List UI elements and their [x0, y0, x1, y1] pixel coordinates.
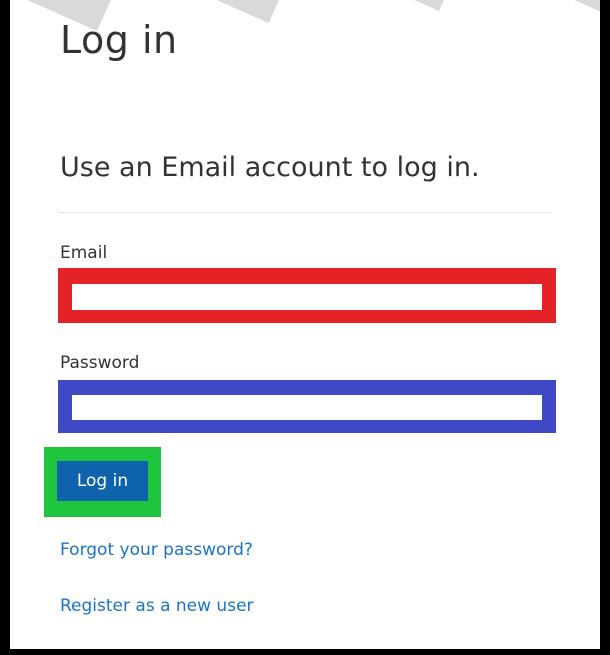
divider — [58, 212, 552, 213]
decorative-stripe — [338, 0, 452, 12]
login-button[interactable]: Log in — [57, 461, 148, 501]
section-heading: Use an Email account to log in. — [60, 152, 480, 183]
page-title: Log in — [60, 18, 178, 62]
password-label: Password — [60, 353, 140, 373]
forgot-password-link[interactable]: Forgot your password? — [60, 540, 253, 560]
password-input[interactable] — [72, 395, 542, 420]
register-link[interactable]: Register as a new user — [60, 596, 254, 616]
email-input[interactable] — [72, 284, 542, 310]
login-page: Log in Use an Email account to log in. E… — [0, 0, 610, 655]
password-highlight — [58, 380, 556, 433]
email-label: Email — [60, 243, 108, 263]
login-button-highlight: Log in — [44, 447, 161, 517]
email-highlight — [58, 268, 556, 323]
decorative-stripe — [480, 0, 600, 24]
